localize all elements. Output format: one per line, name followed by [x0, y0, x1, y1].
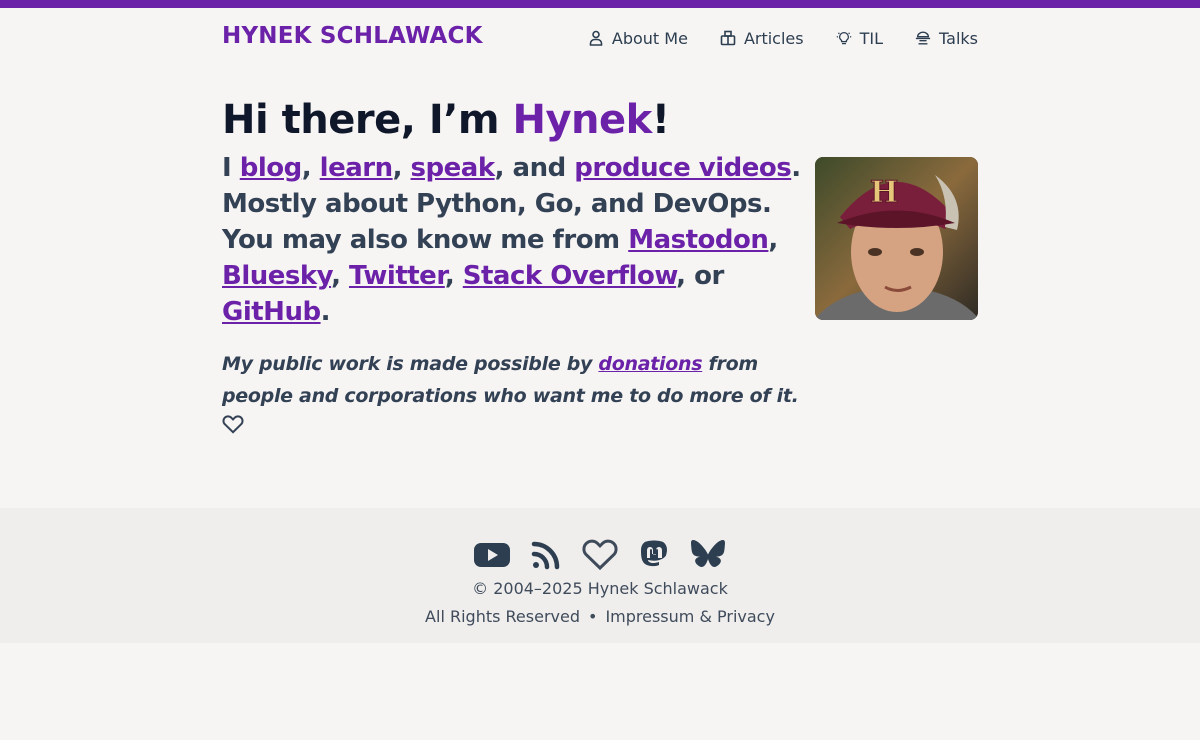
donation-note: My public work is made possible by donat… [222, 348, 802, 434]
lightbulb-icon [836, 32, 851, 45]
main-nav: About Me Articles TIL Talks [588, 29, 978, 48]
site-header: HYNEK SCHLAWACK About Me Articles TIL Ta… [222, 8, 978, 68]
heart-icon [222, 415, 244, 434]
all-rights-reserved: All Rights Reserved [425, 607, 580, 626]
link-speak[interactable]: speak [411, 153, 496, 183]
link-github[interactable]: GitHub [222, 297, 321, 327]
link-donations[interactable]: donations [598, 353, 702, 375]
link-stack-overflow[interactable]: Stack Overflow [463, 261, 677, 291]
link-bluesky[interactable]: Bluesky [222, 261, 332, 291]
footer-separator: • [588, 607, 598, 626]
site-footer: © 2004–2025 Hynek Schlawack All Rights R… [0, 508, 1200, 643]
sponsor-link[interactable] [581, 538, 619, 572]
link-produce-videos[interactable]: produce videos [574, 153, 791, 183]
link-blog[interactable]: blog [240, 153, 303, 183]
hero-section: Hi there, I’m Hynek! I blog, learn, spea… [222, 90, 802, 434]
rss-link[interactable] [527, 538, 565, 572]
youtube-icon [474, 543, 510, 567]
link-mastodon[interactable]: Mastodon [628, 225, 769, 255]
nav-til[interactable]: TIL [836, 29, 883, 48]
site-logo[interactable]: HYNEK SCHLAWACK [222, 23, 483, 49]
mastodon-icon [641, 540, 667, 567]
impressum-privacy-link[interactable]: Impressum & Privacy [605, 607, 775, 626]
footer-social-icons [0, 538, 1200, 572]
rss-icon [531, 541, 560, 570]
copyright-line: © 2004–2025 Hynek Schlawack [472, 579, 728, 598]
footer-legal-line: All Rights Reserved • Impressum & Privacy [0, 606, 1200, 628]
youtube-link[interactable] [473, 538, 511, 572]
greeting-name: Hynek [512, 97, 653, 143]
nav-talks[interactable]: Talks [915, 29, 978, 48]
bluesky-link[interactable] [689, 538, 727, 572]
heart-icon [582, 539, 618, 571]
intro-paragraph: I blog, learn, speak, and produce videos… [222, 153, 801, 327]
nav-articles[interactable]: Articles [720, 29, 804, 48]
nav-about-me[interactable]: About Me [588, 29, 688, 48]
top-accent-bar [0, 0, 1200, 8]
mastodon-link[interactable] [635, 538, 673, 572]
svg-text:H: H [870, 175, 898, 210]
link-learn[interactable]: learn [320, 153, 393, 183]
person-icon [589, 30, 603, 46]
link-twitter[interactable]: Twitter [349, 261, 445, 291]
lectern-icon [915, 31, 931, 45]
page-title: Hi there, I’m Hynek! [222, 97, 670, 143]
bluesky-icon [691, 540, 725, 567]
profile-photo: H [815, 157, 978, 320]
articles-icon [720, 30, 736, 46]
